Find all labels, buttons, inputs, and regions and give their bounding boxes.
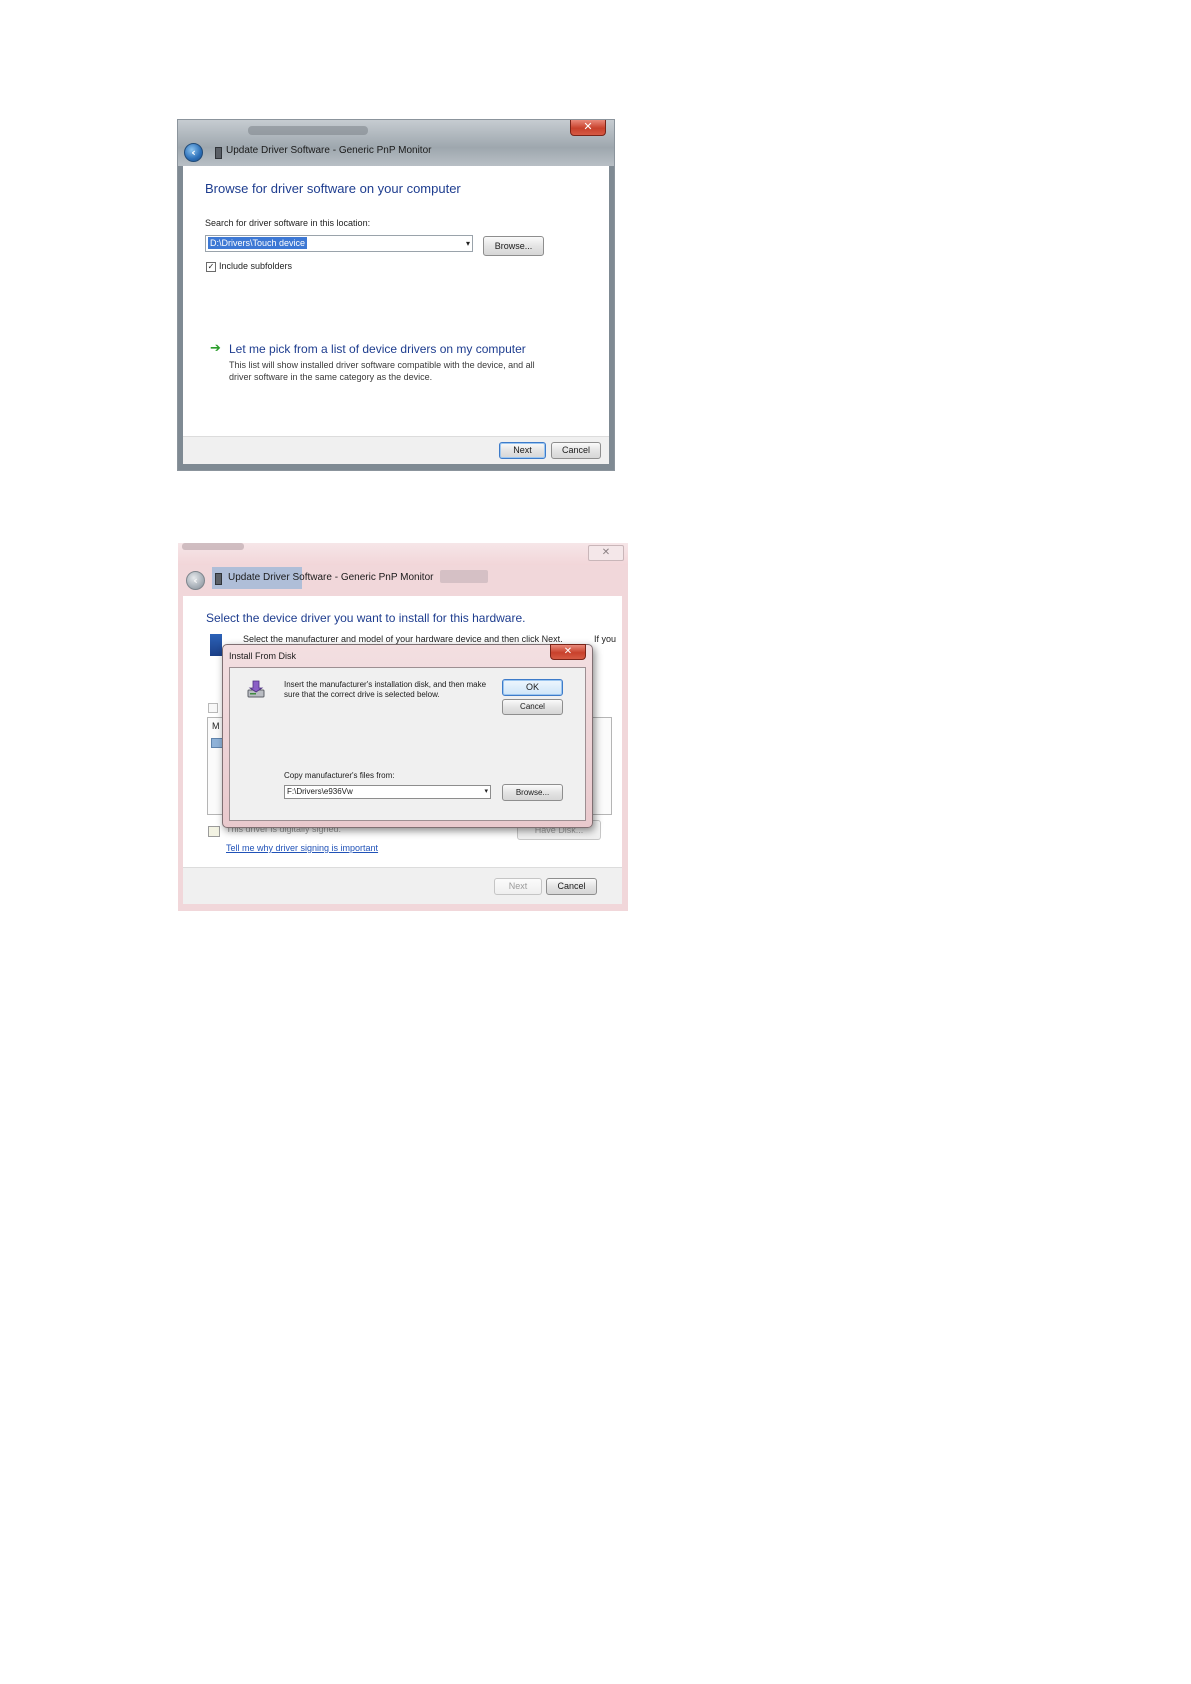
certificate-icon (208, 826, 220, 837)
ok-button[interactable]: OK (502, 679, 563, 696)
device-icon (215, 147, 222, 159)
next-button[interactable]: Next (494, 878, 542, 895)
green-arrow-icon: ➔ (210, 341, 221, 356)
page-heading: Select the device driver you want to ins… (206, 611, 526, 625)
device-icon (215, 573, 222, 585)
instruction-text: Select the manufacturer and model of you… (243, 634, 563, 644)
update-driver-window-browse: ✕ ‹ Update Driver Software - Generic PnP… (178, 120, 614, 470)
install-from-disk-dialog: Install From Disk ✕ Insert the manufactu… (222, 644, 593, 828)
pick-from-list-description: This list will show installed driver sof… (229, 360, 535, 382)
pick-from-list-link[interactable]: Let me pick from a list of device driver… (229, 342, 526, 356)
close-icon[interactable]: ✕ (550, 644, 586, 660)
include-subfolders-label[interactable]: Include subfolders (219, 261, 292, 271)
dialog-body: Insert the manufacturer's installation d… (229, 667, 586, 821)
wizard-content: Browse for driver software on your compu… (183, 166, 609, 464)
cancel-button[interactable]: Cancel (551, 442, 601, 459)
chevron-down-icon[interactable]: ▾ (484, 786, 488, 798)
window-title: Update Driver Software - Generic PnP Mon… (226, 145, 432, 156)
browse-button[interactable]: Browse... (483, 236, 544, 256)
chevron-down-icon[interactable]: ▾ (466, 236, 470, 251)
path-value[interactable]: D:\Drivers\Touch device (208, 237, 308, 249)
include-subfolders-checkbox[interactable]: ✓ (206, 262, 216, 272)
location-label: Search for driver software in this locat… (205, 218, 371, 228)
show-compatible-checkbox[interactable] (208, 703, 218, 713)
page-heading: Browse for driver software on your compu… (205, 181, 461, 196)
copy-files-label: Copy manufacturer's files from: (284, 771, 395, 780)
wizard-footer: Next Cancel (183, 867, 622, 904)
cancel-button[interactable]: Cancel (546, 878, 597, 895)
back-arrow-icon[interactable]: ‹ (184, 143, 203, 162)
window-titlebar: ✕ ‹ Update Driver Software - Generic PnP… (178, 120, 614, 166)
update-driver-window-select: ✕ ‹ Update Driver Software - Generic PnP… (178, 543, 628, 911)
background-blur (248, 126, 368, 135)
background-blur (440, 570, 488, 583)
disk-drive-icon (247, 680, 265, 698)
path-combobox[interactable]: D:\Drivers\Touch device ▾ (205, 235, 473, 252)
background-text-blur (182, 543, 244, 550)
list-header: M (212, 721, 220, 731)
browse-button[interactable]: Browse... (502, 784, 563, 801)
copy-files-value[interactable]: F:\Drivers\e936Vw (287, 786, 353, 798)
driver-signing-link[interactable]: Tell me why driver signing is important (226, 843, 378, 853)
wizard-footer: Next Cancel (183, 436, 609, 464)
hardware-icon (210, 634, 222, 656)
instruction-text-end: If you (594, 634, 617, 644)
close-icon[interactable]: ✕ (588, 545, 624, 561)
back-arrow-icon[interactable]: ‹ (186, 571, 205, 590)
background-blur: ✕ (178, 543, 628, 565)
cancel-button[interactable]: Cancel (502, 699, 563, 715)
next-button[interactable]: Next (499, 442, 546, 459)
close-icon[interactable]: ✕ (570, 120, 606, 136)
window-title: Update Driver Software - Generic PnP Mon… (228, 572, 434, 583)
dialog-title: Install From Disk (229, 651, 297, 661)
dialog-message: Insert the manufacturer's installation d… (284, 680, 487, 699)
copy-files-combobox[interactable]: F:\Drivers\e936Vw ▾ (284, 785, 491, 799)
